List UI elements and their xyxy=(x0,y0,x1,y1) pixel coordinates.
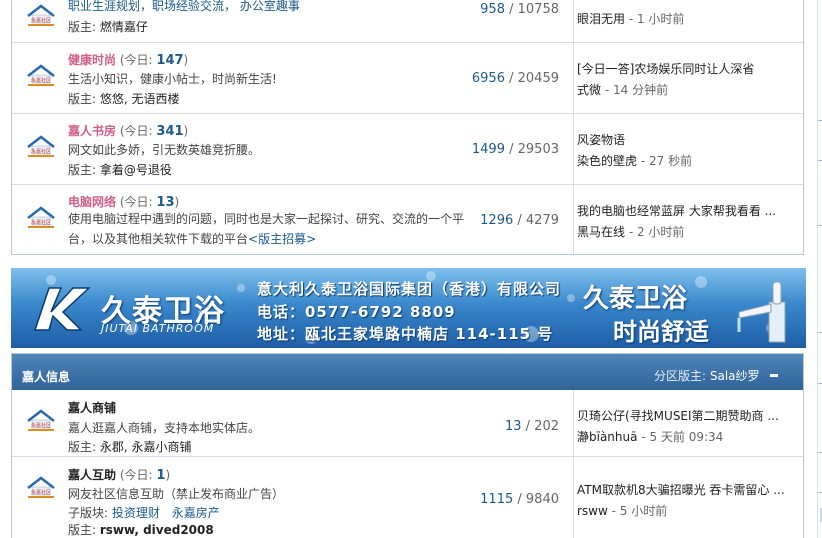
forum-stats: 1499 / 29503 xyxy=(471,142,559,157)
forum-title-shops[interactable]: 嘉人商铺 xyxy=(68,401,116,415)
category-moderator-link[interactable]: Sala纱罗 xyxy=(710,369,760,383)
last-post: [今日一答]农场娱乐同时让人深省 式微 - 14 分钟前 xyxy=(577,60,797,98)
forum-title-career[interactable]: 职业生涯规划，职场经验交流， 办公室趣事 xyxy=(68,0,300,13)
moderator-link[interactable]: rsww, dived2008 xyxy=(100,523,214,537)
banner-brand-secondary: 久泰卫浴 xyxy=(583,284,688,314)
forum-house-icon: 永嘉社区 xyxy=(27,206,55,228)
moderator-recruit-link[interactable]: <版主招募> xyxy=(248,232,316,246)
banner-company: 意大利久泰卫浴国际集团（香港）有限公司 xyxy=(257,280,562,298)
subforum-link-realestate[interactable]: 永嘉房产 xyxy=(172,506,220,520)
last-post-user[interactable]: 黑马在线 xyxy=(577,225,625,239)
moderator-line: 版主: 悠悠, 无语西楼 xyxy=(68,92,180,106)
jiutai-logo-icon xyxy=(33,287,91,331)
forum-stats: 1296 / 4279 xyxy=(480,213,559,228)
category-moderator: 分区版主: Sala纱罗 xyxy=(654,369,760,383)
moderator-link[interactable]: 悠悠, 无语西楼 xyxy=(100,92,180,106)
last-post-title[interactable]: ATM取款机8大骗招曝光 吞卡需留心 ... xyxy=(577,481,797,498)
forum-row-computer: 永嘉社区 电脑网络 (今日: 13) 使用电脑过程中遇到的问题，同时也是大家一起… xyxy=(12,185,803,256)
category-header: 嘉人信息 分区版主: Sala纱罗 xyxy=(12,354,803,390)
moderator-link[interactable]: 永郡, 永嘉小商铺 xyxy=(100,440,192,454)
svg-text:永嘉社区: 永嘉社区 xyxy=(31,17,51,24)
last-post-title[interactable]: [今日一答]农场娱乐同时让人深省 xyxy=(577,60,797,77)
moderator-link[interactable]: 拿着@号退役 xyxy=(100,163,172,177)
category-title[interactable]: 嘉人信息 xyxy=(22,368,70,385)
forum-row-shops: 永嘉社区 嘉人商铺 嘉人逛嘉人商铺，支持本地实体店。 版主: 永郡, 永嘉小商铺… xyxy=(12,390,803,457)
last-post-title[interactable]: 我的电脑也经常蓝屏 大家帮我看看 ... xyxy=(577,202,797,219)
forum-row-mutual-help: 永嘉社区 嘉人互助 (今日: 1) 网友社区信息互助（禁止发布商业广告） 子版块… xyxy=(12,457,803,538)
last-post: ATM取款机8大骗招曝光 吞卡需留心 ... rsww - 5 小时前 xyxy=(577,481,797,519)
forum-row-health: 永嘉社区 健康时尚 (今日: 147) 生活小知识，健康小帖士，时尚新生活! 版… xyxy=(12,43,803,114)
last-post: 贝琦公仔(寻找MUSEI第二期赞助商 ... 瀞bīànhuā - 5 天前 0… xyxy=(577,407,797,445)
last-post: 风姿物语 染色的壁虎 - 27 秒前 xyxy=(577,131,797,169)
forum-house-icon: 永嘉社区 xyxy=(27,64,55,86)
forum-desc: 网文如此多娇，引无数英雄竞折腰。 xyxy=(68,143,261,157)
last-post-user[interactable]: rsww xyxy=(577,504,608,518)
faucet-icon xyxy=(737,281,786,343)
forum-desc: 嘉人逛嘉人商铺，支持本地实体店。 xyxy=(68,421,261,435)
forum-group-info: 嘉人信息 分区版主: Sala纱罗 永嘉社区 嘉人商铺 嘉人逛嘉人商铺，支持本地… xyxy=(11,353,804,538)
forum-title-health[interactable]: 健康时尚 xyxy=(68,53,116,67)
moderator-link[interactable]: 燃情嘉仔 xyxy=(100,20,148,34)
banner-address: 地址：瓯北王家埠路中楠店 114-115 号 xyxy=(257,325,554,343)
svg-text:永嘉社区: 永嘉社区 xyxy=(31,219,51,226)
forum-house-icon: 永嘉社区 xyxy=(27,409,55,431)
forum-group-top: 永嘉社区 职业生涯规划，职场经验交流， 办公室趣事 版主: 燃情嘉仔 958 /… xyxy=(11,0,804,256)
forum-row-career: 永嘉社区 职业生涯规划，职场经验交流， 办公室趣事 版主: 燃情嘉仔 958 /… xyxy=(12,0,803,43)
moderator-line: 版主: 拿着@号退役 xyxy=(68,163,172,177)
last-post: 我的电脑也经常蓝屏 大家帮我看看 ... 黑马在线 - 2 小时前 xyxy=(577,202,797,240)
last-post-title[interactable]: 贝琦公仔(寻找MUSEI第二期赞助商 ... xyxy=(577,407,797,424)
forum-house-icon: 永嘉社区 xyxy=(27,476,55,498)
svg-text:永嘉社区: 永嘉社区 xyxy=(31,422,51,429)
collapse-icon[interactable] xyxy=(770,374,778,377)
forum-stats: 1115 / 9840 xyxy=(480,492,559,507)
forum-house-icon: 永嘉社区 xyxy=(27,135,55,157)
last-post: - 眼泪无用 - 1 小时前 xyxy=(577,12,685,26)
banner-brand-en: JIUTAI BATHROOM xyxy=(101,322,215,335)
last-post-title[interactable]: 风姿物语 xyxy=(577,131,797,148)
forum-title-computer[interactable]: 电脑网络 xyxy=(68,195,116,209)
subforum-line: 子版块: 投资理财 永嘉房产 xyxy=(68,506,220,520)
forum-desc: 网友社区信息互助（禁止发布商业广告） xyxy=(68,487,285,501)
moderator-line: 版主: 永郡, 永嘉小商铺 xyxy=(68,440,192,454)
last-post-user[interactable]: 眼泪无用 xyxy=(577,12,625,26)
last-post-user[interactable]: 瀞bīànhuā xyxy=(577,430,637,444)
forum-stats: 13 / 202 xyxy=(504,419,559,434)
moderator-line: 版主: rsww, dived2008 xyxy=(68,523,214,537)
forum-stats: 958 / 10758 xyxy=(480,2,559,17)
moderator-line: 版主: 燃情嘉仔 xyxy=(68,20,148,34)
banner-slogan: 时尚舒适 xyxy=(613,318,709,346)
ad-banner[interactable]: 久泰卫浴 JIUTAI BATHROOM 意大利久泰卫浴国际集团（香港）有限公司… xyxy=(11,268,806,348)
banner-phone: 电话：0577-6792 8809 xyxy=(257,303,456,321)
forum-title-mutual-help[interactable]: 嘉人互助 xyxy=(68,468,116,482)
svg-text:永嘉社区: 永嘉社区 xyxy=(31,489,51,496)
forum-stats: 6956 / 20459 xyxy=(471,71,559,86)
forum-title-books[interactable]: 嘉人书房 xyxy=(68,124,116,138)
forum-row-books: 永嘉社区 嘉人书房 (今日: 341) 网文如此多娇，引无数英雄竞折腰。 版主:… xyxy=(12,114,803,185)
subforum-link-investment[interactable]: 投资理财 xyxy=(112,506,160,520)
last-post-user[interactable]: 染色的壁虎 xyxy=(577,154,637,168)
right-edge-panel xyxy=(817,0,822,538)
svg-text:永嘉社区: 永嘉社区 xyxy=(31,148,51,155)
svg-text:永嘉社区: 永嘉社区 xyxy=(31,77,51,84)
forum-house-icon: 永嘉社区 xyxy=(27,4,55,26)
forum-desc: 使用电脑过程中遇到的问题，同时也是大家一起探讨、研究、交流的一个平台，以及其他相… xyxy=(68,212,465,246)
last-post-user[interactable]: 式微 xyxy=(577,83,601,97)
forum-desc: 生活小知识，健康小帖士，时尚新生活! xyxy=(68,72,277,86)
